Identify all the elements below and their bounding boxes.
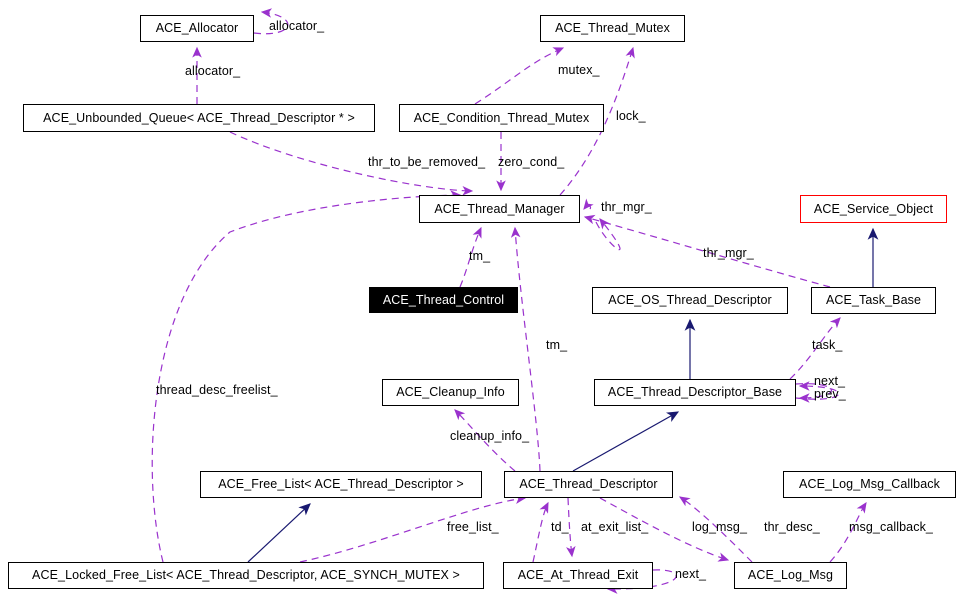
node-ace-thread-mutex[interactable]: ACE_Thread_Mutex [540, 15, 685, 42]
edge-label-cleanup-info: cleanup_info_ [450, 429, 530, 443]
node-ace-free-list[interactable]: ACE_Free_List< ACE_Thread_Descriptor > [200, 471, 482, 498]
edge-mutex [474, 47, 565, 105]
edge-label-thr-mgr-task: thr_mgr_ [703, 246, 754, 260]
node-ace-cleanup-info[interactable]: ACE_Cleanup_Info [382, 379, 519, 406]
node-ace-thread-descriptor[interactable]: ACE_Thread_Descriptor [504, 471, 673, 498]
collaboration-diagram: ACE_Allocator ACE_Thread_Mutex ACE_Unbou… [0, 0, 965, 601]
edge-label-msg-callback: msg_callback_ [849, 520, 933, 534]
node-ace-log-msg-callback[interactable]: ACE_Log_Msg_Callback [783, 471, 956, 498]
edge-label-thread-desc-freelist: thread_desc_freelist_ [156, 383, 278, 397]
node-ace-service-object[interactable]: ACE_Service_Object [800, 195, 947, 223]
edge-label-zero-cond: zero_cond_ [498, 155, 565, 169]
node-ace-os-thread-descriptor[interactable]: ACE_OS_Thread_Descriptor [592, 287, 788, 314]
node-ace-log-msg[interactable]: ACE_Log_Msg [734, 562, 847, 589]
node-ace-at-thread-exit[interactable]: ACE_At_Thread_Exit [503, 562, 653, 589]
edge-label-log-msg: log_msg_ [692, 520, 747, 534]
edge-label-task: task_ [812, 338, 843, 352]
node-ace-locked-free-list[interactable]: ACE_Locked_Free_List< ACE_Thread_Descrip… [8, 562, 484, 589]
node-ace-thread-descriptor-base[interactable]: ACE_Thread_Descriptor_Base [594, 379, 796, 406]
edge-label-tm-upper: tm_ [469, 249, 491, 263]
edge-label-at-exit-list: at_exit_list_ [581, 520, 649, 534]
edge-label-thr-mgr-right: thr_mgr_ [601, 200, 652, 214]
node-ace-unbounded-queue[interactable]: ACE_Unbounded_Queue< ACE_Thread_Descript… [23, 104, 375, 132]
node-ace-allocator[interactable]: ACE_Allocator [140, 15, 254, 42]
edge-label-lock: lock_ [616, 109, 646, 123]
edge-td [532, 501, 549, 563]
node-ace-thread-manager[interactable]: ACE_Thread_Manager [419, 195, 580, 223]
edge-label-td: td_ [551, 520, 569, 534]
edge-inherit-descriptor-base [572, 411, 680, 472]
edge-label-next-prev: next_ prev_ [814, 374, 846, 402]
edge-label-free-list: free_list_ [447, 520, 499, 534]
edge-label-thr-desc: thr_desc_ [764, 520, 820, 534]
node-ace-thread-control[interactable]: ACE_Thread_Control [369, 287, 518, 313]
edge-label-tm-lower: tm_ [546, 338, 568, 352]
edge-label-thr-to-be-removed: thr_to_be_removed_ [368, 155, 486, 169]
edge-label-allocator-up: allocator_ [185, 64, 241, 78]
edge-label-allocator-self: allocator_ [269, 19, 325, 33]
edge-thr-mgr-right [583, 198, 594, 210]
edge-label-mutex: mutex_ [558, 63, 600, 77]
edge-inherit-locked-free [247, 503, 311, 563]
edge-label-next: next_ [675, 567, 707, 581]
node-ace-task-base[interactable]: ACE_Task_Base [811, 287, 936, 314]
node-ace-condition-thread-mutex[interactable]: ACE_Condition_Thread_Mutex [399, 104, 604, 132]
